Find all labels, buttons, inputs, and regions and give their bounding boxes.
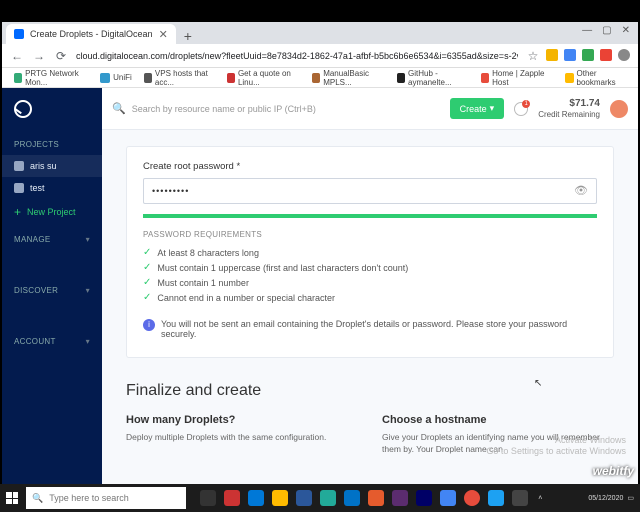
tray-icon[interactable] xyxy=(574,493,584,503)
taskbar-app[interactable] xyxy=(364,484,388,512)
video-watermark: webitfy xyxy=(593,464,634,478)
requirement-item: ✓At least 8 characters long xyxy=(143,245,597,260)
tray-icon[interactable] xyxy=(546,493,556,503)
hostname-heading: Choose a hostname xyxy=(382,414,614,426)
info-icon: i xyxy=(143,319,155,331)
back-button[interactable]: ← xyxy=(10,49,24,63)
other-bookmarks[interactable]: Other bookmarks xyxy=(561,69,630,87)
bookmark-item[interactable]: Get a quote on Linu... xyxy=(223,69,304,87)
taskbar-app[interactable] xyxy=(292,484,316,512)
requirement-item: ✓Must contain 1 number xyxy=(143,275,597,290)
requirements-list: ✓At least 8 characters long ✓Must contai… xyxy=(143,245,597,305)
toggle-visibility-icon[interactable]: 👁 xyxy=(574,184,588,198)
taskbar-app[interactable] xyxy=(220,484,244,512)
bookmark-item[interactable]: UniFi xyxy=(96,73,136,83)
new-project-button[interactable]: +New Project xyxy=(2,199,102,225)
taskbar-app[interactable] xyxy=(460,484,484,512)
forward-button[interactable]: → xyxy=(32,49,46,63)
sidebar-project-test[interactable]: test xyxy=(2,177,102,199)
sidebar-heading-account[interactable]: ACCOUNT xyxy=(2,327,102,352)
taskbar-date[interactable]: 05/12/2020 xyxy=(588,495,623,502)
sidebar: PROJECTS aris su test +New Project MANAG… xyxy=(2,88,102,512)
digitalocean-logo[interactable] xyxy=(2,88,102,130)
bookmarks-bar: PRTG Network Mon... UniFi VPS hosts that… xyxy=(2,68,638,88)
requirements-heading: PASSWORD REQUIREMENTS xyxy=(143,230,597,239)
tray-icon[interactable] xyxy=(560,493,570,503)
taskbar-app[interactable] xyxy=(316,484,340,512)
sidebar-heading-manage[interactable]: MANAGE xyxy=(2,225,102,250)
activate-windows-watermark: Activate Windows Go to Settings to activ… xyxy=(486,435,626,458)
droplet-count-desc: Deploy multiple Droplets with the same c… xyxy=(126,432,358,444)
notification-badge: 1 xyxy=(522,100,530,108)
system-tray[interactable]: ˄ 05/12/2020 ▭ xyxy=(532,493,640,503)
check-icon: ✓ xyxy=(143,247,151,258)
bookmark-item[interactable]: PRTG Network Mon... xyxy=(10,69,92,87)
taskbar-app[interactable] xyxy=(244,484,268,512)
create-button[interactable]: Create▾ xyxy=(450,98,505,119)
requirement-item: ✓Must contain 1 uppercase (first and las… xyxy=(143,260,597,275)
close-tab-icon[interactable]: ✕ xyxy=(159,28,168,41)
reload-button[interactable]: ⟳ xyxy=(54,49,68,63)
check-icon: ✓ xyxy=(143,262,151,273)
profile-icon[interactable] xyxy=(618,49,630,61)
window-maximize[interactable]: ▢ xyxy=(602,25,611,36)
user-avatar[interactable] xyxy=(610,100,628,118)
taskbar-search[interactable]: 🔍Type here to search xyxy=(26,487,186,509)
check-icon: ✓ xyxy=(143,292,151,303)
password-card: Create root password * ••••••••• 👁 PASSW… xyxy=(126,146,614,358)
search-icon: 🔍 xyxy=(32,493,43,504)
browser-tabbar: Create Droplets - DigitalOcean ✕ + xyxy=(2,22,638,44)
star-icon[interactable]: ☆ xyxy=(526,49,540,63)
taskbar-app[interactable] xyxy=(196,484,220,512)
search-input[interactable]: 🔍 Search by resource name or public IP (… xyxy=(112,102,440,115)
password-strength-bar xyxy=(143,214,597,218)
password-label: Create root password * xyxy=(143,161,597,172)
extension-icon[interactable] xyxy=(546,49,558,61)
window-minimize[interactable]: — xyxy=(582,25,592,36)
taskbar-app[interactable] xyxy=(412,484,436,512)
finalize-heading: Finalize and create xyxy=(126,382,614,400)
topbar: 🔍 Search by resource name or public IP (… xyxy=(102,88,638,130)
taskbar-app[interactable] xyxy=(268,484,292,512)
window-close[interactable]: ✕ xyxy=(622,25,630,36)
bookmark-item[interactable]: Home | Zapple Host xyxy=(477,69,553,87)
extension-icons: ☆ xyxy=(526,49,630,63)
sidebar-project-arissu[interactable]: aris su xyxy=(2,155,102,177)
taskbar-app[interactable] xyxy=(388,484,412,512)
browser-tab[interactable]: Create Droplets - DigitalOcean ✕ xyxy=(6,24,176,44)
info-notice: i You will not be sent an email containi… xyxy=(143,319,597,339)
requirement-item: ✓Cannot end in a number or special chara… xyxy=(143,290,597,305)
windows-taskbar: 🔍Type here to search ˄ 05/12/2020 ▭ xyxy=(0,484,640,512)
extension-icon[interactable] xyxy=(600,49,612,61)
notifications-icon[interactable]: 1 xyxy=(514,102,528,116)
taskbar-app[interactable] xyxy=(340,484,364,512)
digitalocean-favicon xyxy=(14,29,24,39)
taskbar-app[interactable] xyxy=(484,484,508,512)
notification-center-icon[interactable]: ▭ xyxy=(627,494,634,502)
start-button[interactable] xyxy=(0,484,24,512)
taskbar-app[interactable] xyxy=(436,484,460,512)
credit-remaining: $71.74 Credit Remaining xyxy=(538,98,600,120)
tab-title: Create Droplets - DigitalOcean xyxy=(30,29,153,39)
bookmark-item[interactable]: ManualBasic MPLS... xyxy=(308,69,389,87)
taskbar-app[interactable] xyxy=(508,484,532,512)
password-value: ••••••••• xyxy=(152,186,189,196)
bookmark-item[interactable]: GitHub - aymanelte... xyxy=(393,69,473,87)
check-icon: ✓ xyxy=(143,277,151,288)
url-field[interactable]: cloud.digitalocean.com/droplets/new?flee… xyxy=(76,51,518,61)
extension-icon[interactable] xyxy=(582,49,594,61)
droplet-count-heading: How many Droplets? xyxy=(126,414,358,426)
bookmark-item[interactable]: VPS hosts that acc... xyxy=(140,69,219,87)
sidebar-heading-discover[interactable]: DISCOVER xyxy=(2,276,102,301)
sidebar-heading-projects: PROJECTS xyxy=(2,130,102,155)
new-tab-button[interactable]: + xyxy=(176,28,200,44)
search-icon: 🔍 xyxy=(112,102,126,115)
password-input[interactable]: ••••••••• 👁 xyxy=(143,178,597,204)
chevron-down-icon: ▾ xyxy=(490,103,495,114)
address-bar: ← → ⟳ cloud.digitalocean.com/droplets/ne… xyxy=(2,44,638,68)
tray-chevron-icon[interactable]: ˄ xyxy=(538,495,542,502)
extension-icon[interactable] xyxy=(564,49,576,61)
